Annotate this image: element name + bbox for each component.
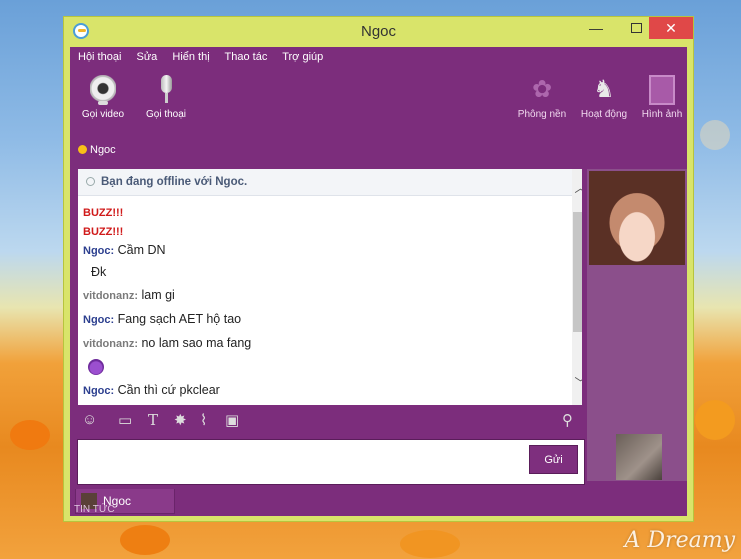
message-sender: Ngoc: [83, 245, 115, 257]
status-dot-icon [78, 145, 87, 154]
wallpaper-signature: A Dreamy [624, 528, 735, 553]
offline-notice-text: Bạn đang offline với Ngoc. [101, 176, 248, 188]
activities-button[interactable]: ♞ Hoạt động [578, 75, 630, 120]
photos-button[interactable]: Hình ảnh [638, 75, 686, 120]
chat-message: BUZZ!!! [83, 224, 123, 238]
window-client-area: Hội thoại Sửa Hiển thị Thao tác Trợ giúp… [70, 47, 687, 516]
voice-call-label: Gọi thoại [145, 109, 187, 120]
offline-status-icon [86, 177, 95, 186]
menu-item-view[interactable]: Hiển thị [172, 51, 209, 63]
screenshot-icon[interactable]: ▣ [225, 411, 239, 429]
contact-avatar [589, 171, 685, 265]
chat-message [88, 359, 104, 378]
message-sender: Ngoc: [83, 314, 115, 326]
contact-status: Ngoc [78, 144, 116, 156]
activity-icon: ♞ [593, 76, 615, 103]
message-input[interactable] [77, 439, 585, 485]
formatting-toolbar: ☺ ▭ T ✸ ⌇ ▣ ⚲ [78, 408, 582, 432]
contact-name: Ngoc [90, 144, 116, 156]
chat-history[interactable]: Bạn đang offline với Ngoc. BUZZ!!! BUZZ!… [78, 169, 582, 405]
message-sender: Ngoc: [83, 385, 115, 397]
message-text: lam gi [138, 288, 175, 302]
chat-message: Ngoc: Cầm DN [83, 243, 166, 257]
chat-message: Ngoc: Cần thì cứ pkclear [83, 383, 220, 397]
photos-label: Hình ảnh [641, 109, 683, 120]
message-sender: vitdonanz: [83, 338, 138, 350]
scroll-down-icon[interactable]: ﹀ [572, 374, 582, 392]
minimize-button[interactable]: — [576, 17, 616, 39]
contact-info-icon[interactable]: ⚲ [562, 411, 573, 429]
menu-item-help[interactable]: Trợ giúp [282, 51, 323, 63]
offline-notice: Bạn đang offline với Ngoc. [78, 169, 582, 196]
send-button[interactable]: Gửi [529, 445, 578, 474]
chat-window: Ngoc — ✕ Hội thoại Sửa Hiển thị Thao tác… [63, 16, 694, 522]
message-text: no lam sao ma fang [138, 336, 252, 350]
buzz-icon[interactable]: ✸ [174, 411, 187, 429]
own-avatar [616, 434, 662, 480]
avatar-panel [587, 169, 687, 481]
maximize-icon [630, 23, 642, 33]
chat-message: Đk [91, 265, 106, 279]
devil-emoticon-icon [88, 359, 104, 375]
scroll-up-icon[interactable]: ︿ [572, 179, 582, 197]
chat-bubble-icon[interactable]: ▭ [118, 411, 132, 429]
photos-icon [649, 75, 675, 105]
video-call-label: Gọi video [81, 109, 125, 120]
buzz-text: BUZZ!!! [83, 226, 124, 238]
activities-label: Hoạt động [580, 109, 628, 120]
chat-message: Ngoc: Fang sạch AET hộ tao [83, 312, 241, 326]
message-text: Fang sạch AET hộ tao [114, 312, 242, 326]
buzz-text: BUZZ!!! [83, 207, 124, 219]
scrollbar-thumb[interactable] [573, 212, 582, 332]
text-format-icon[interactable]: T [148, 411, 158, 429]
wallpaper-button[interactable]: ✿ Phông nền [516, 75, 568, 120]
menu-item-edit[interactable]: Sửa [136, 51, 157, 63]
attach-icon[interactable]: ⌇ [200, 411, 207, 429]
title-bar[interactable]: Ngoc — ✕ [64, 17, 693, 47]
voice-call-button[interactable]: Gọi thoại [141, 75, 191, 120]
message-text: Cầm DN [114, 243, 166, 257]
message-text: Đk [91, 265, 107, 279]
microphone-icon [153, 75, 179, 105]
menu-item-conversation[interactable]: Hội thoại [78, 51, 121, 63]
message-sender: vitdonanz: [83, 290, 138, 302]
emoticon-icon[interactable]: ☺ [82, 411, 97, 428]
wallpaper-icon: ✿ [531, 76, 553, 103]
close-button[interactable]: ✕ [649, 17, 693, 39]
chat-message: vitdonanz: lam gi [83, 288, 175, 302]
video-call-button[interactable]: Gọi video [78, 75, 128, 120]
chat-message: vitdonanz: no lam sao ma fang [83, 336, 251, 350]
menu-bar: Hội thoại Sửa Hiển thị Thao tác Trợ giúp [78, 51, 335, 67]
chat-message: BUZZ!!! [83, 205, 123, 219]
webcam-icon [90, 75, 116, 105]
news-link[interactable]: TIN TỨC [74, 504, 115, 515]
menu-item-actions[interactable]: Thao tác [225, 51, 268, 63]
conversation-tabs: Ngoc [70, 489, 687, 516]
wallpaper-label: Phông nền [517, 109, 567, 120]
message-text: Cần thì cứ pkclear [114, 383, 220, 397]
